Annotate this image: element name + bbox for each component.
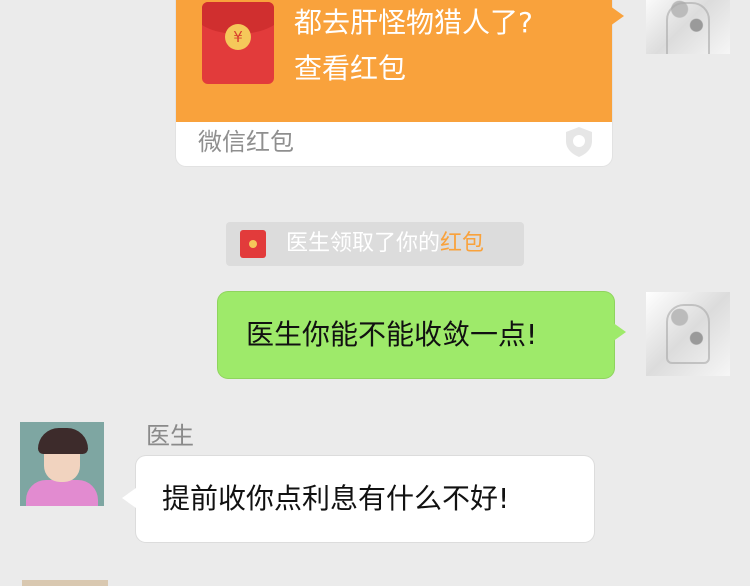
red-packet-subtitle: 查看红包: [294, 52, 407, 85]
self-message-text: 医生你能不能收敛一点!: [246, 318, 538, 351]
avatar-self[interactable]: [646, 292, 730, 376]
doctor-message-text: 提前收你点利息有什么不好!: [162, 482, 510, 515]
avatar-doctor-coat: [26, 480, 98, 506]
red-packet-small-icon: [240, 230, 266, 258]
shield-icon: [566, 127, 592, 157]
red-envelope-icon: ¥: [202, 2, 274, 84]
sender-name: 医生: [146, 422, 194, 450]
doctor-bubble-tail: [122, 488, 136, 508]
avatar-self-figure: [666, 304, 710, 364]
notice-red-packet-link[interactable]: 红包: [440, 231, 484, 256]
avatar-self[interactable]: [646, 0, 730, 54]
notice-text: 医生领取了你的红包: [286, 222, 484, 266]
coin-icon: ¥: [225, 24, 251, 50]
avatar-doctor-hair: [38, 428, 88, 454]
avatar-self-figure: [666, 2, 710, 54]
red-packet-title: 都去肝怪物猎人了?: [294, 6, 533, 39]
red-packet-footer: 微信红包: [198, 128, 294, 156]
notice-prefix: 医生领取了你的: [286, 231, 441, 256]
avatar-doctor[interactable]: [20, 422, 104, 506]
self-message-bubble[interactable]: 医生你能不能收敛一点!: [218, 292, 614, 378]
red-packet-bubble-tail: [610, 6, 624, 26]
system-notice: 医生领取了你的红包: [226, 222, 524, 266]
doctor-message-bubble[interactable]: 提前收你点利息有什么不好!: [136, 456, 594, 542]
next-avatar-edge: [22, 580, 108, 586]
red-packet-bubble[interactable]: ¥ 都去肝怪物猎人了? 查看红包 微信红包: [176, 0, 612, 166]
self-bubble-tail: [612, 322, 626, 342]
